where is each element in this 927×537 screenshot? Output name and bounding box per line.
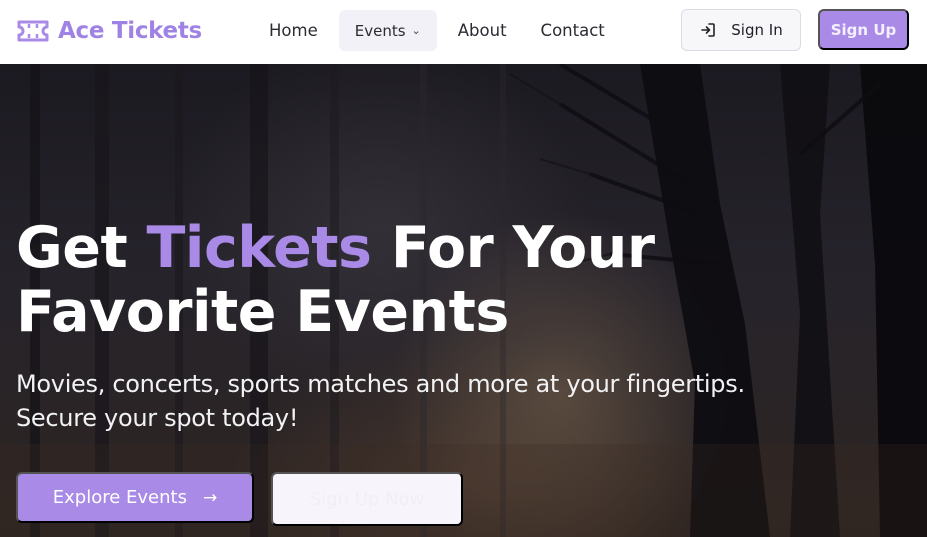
chevron-down-icon: ⌄ [411, 24, 421, 37]
hero-title-part1: Get [16, 215, 147, 281]
sign-up-now-button[interactable]: Sign Up Now [271, 472, 463, 526]
hero-title-part2: For Your [371, 215, 655, 281]
login-icon [701, 23, 716, 37]
brand-logo[interactable]: Ace Tickets [16, 14, 202, 48]
hero-subtitle-line1: Movies, concerts, sports matches and mor… [16, 370, 745, 398]
sign-in-label: Sign In [731, 21, 783, 39]
nav-about[interactable]: About [441, 10, 524, 51]
nav-contact[interactable]: Contact [524, 10, 622, 51]
hero-title: Get Tickets For Your Favorite Events [16, 216, 776, 344]
nav-events-dropdown[interactable]: Events ⌄ [338, 10, 437, 51]
sign-up-button[interactable]: Sign Up [818, 9, 909, 50]
hero-title-accent: Tickets [146, 215, 372, 281]
hero-subtitle: Movies, concerts, sports matches and mor… [16, 367, 836, 435]
explore-events-label: Explore Events [52, 487, 187, 508]
ticket-icon [17, 20, 49, 42]
explore-events-button[interactable]: Explore Events → [16, 472, 254, 523]
arrow-right-icon: → [202, 487, 218, 508]
hero-section: Get Tickets For Your Favorite Events Mov… [0, 64, 927, 537]
main-nav: Home Events ⌄ About Contact [252, 10, 622, 51]
hero-subtitle-line2: Secure your spot today! [16, 404, 299, 432]
hero-title-line2: Favorite Events [16, 279, 509, 345]
sign-in-button[interactable]: Sign In [681, 9, 801, 51]
nav-home[interactable]: Home [252, 10, 335, 51]
brand-name: Ace Tickets [58, 18, 202, 44]
navbar: Ace Tickets Home Events ⌄ About Contact … [0, 0, 927, 64]
nav-events-label: Events [354, 21, 406, 40]
